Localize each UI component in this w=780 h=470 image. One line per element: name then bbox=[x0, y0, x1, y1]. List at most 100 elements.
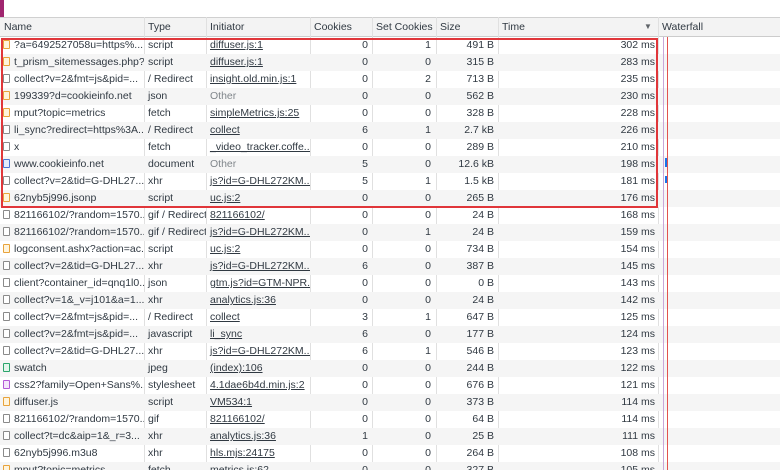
cookies-count: 6 bbox=[362, 345, 368, 357]
cookies-count: 6 bbox=[362, 260, 368, 272]
initiator-link[interactable]: insight.old.min.js:1 bbox=[206, 71, 310, 88]
request-name-cell[interactable]: mput?topic=metrics bbox=[0, 462, 144, 470]
request-name: collect?v=2&tid=G-DHL27... bbox=[14, 345, 144, 357]
request-name-cell[interactable]: 821166102/?random=1570... bbox=[0, 411, 144, 428]
request-name-cell[interactable]: css2?family=Open+Sans%... bbox=[0, 377, 144, 394]
request-size: 12.6 kB bbox=[458, 158, 494, 170]
file-icon bbox=[3, 74, 10, 83]
cookies-count: 0 bbox=[362, 73, 368, 85]
request-time: 230 ms bbox=[620, 90, 655, 102]
file-icon bbox=[3, 261, 10, 270]
request-type: / Redirect bbox=[148, 73, 193, 85]
initiator-link[interactable]: (index):106 bbox=[206, 360, 310, 377]
request-name-cell[interactable]: collect?v=2&fmt=js&pid=... bbox=[0, 326, 144, 343]
initiator-link[interactable]: 4.1dae6b4d.min.js:2 bbox=[206, 377, 310, 394]
request-type: script bbox=[148, 39, 174, 51]
script-icon bbox=[3, 108, 10, 117]
initiator-link[interactable]: collect bbox=[206, 122, 310, 139]
initiator-link[interactable]: js?id=G-DHL272KM... bbox=[206, 258, 310, 275]
request-type: script bbox=[148, 192, 174, 204]
cookies-count: 0 bbox=[362, 447, 368, 459]
request-name-cell[interactable]: 821166102/?random=1570... bbox=[0, 207, 144, 224]
waterfall-timing-bar bbox=[665, 176, 667, 183]
initiator-link[interactable]: 821166102/ bbox=[206, 411, 310, 428]
request-name-cell[interactable]: 62nyb5j996.m3u8 bbox=[0, 445, 144, 462]
initiator-link[interactable]: js?id=G-DHL272KM... bbox=[206, 224, 310, 241]
request-size: 647 B bbox=[466, 311, 494, 323]
initiator-link[interactable]: js?id=G-DHL272KM... bbox=[206, 343, 310, 360]
request-name-cell[interactable]: collect?v=2&fmt=js&pid=... bbox=[0, 309, 144, 326]
request-size: 177 B bbox=[466, 328, 494, 340]
request-name-cell[interactable]: ?a=6492527058u=https%... bbox=[0, 37, 144, 54]
request-name-cell[interactable]: client?container_id=qnq1l0... bbox=[0, 275, 144, 292]
column-header-name[interactable]: Name bbox=[0, 18, 144, 36]
request-time: 114 ms bbox=[621, 413, 655, 425]
request-name-cell[interactable]: li_sync?redirect=https%3A... bbox=[0, 122, 144, 139]
request-name-cell[interactable]: logconsent.ashx?action=ac... bbox=[0, 241, 144, 258]
initiator-link[interactable]: 821166102/ bbox=[206, 207, 310, 224]
request-name-cell[interactable]: www.cookieinfo.net bbox=[0, 156, 144, 173]
initiator-link[interactable]: js?id=G-DHL272KM... bbox=[206, 173, 310, 190]
column-header-initiator[interactable]: Initiator bbox=[206, 18, 310, 36]
column-header-type[interactable]: Type bbox=[144, 18, 206, 36]
request-type: json bbox=[148, 277, 168, 289]
request-name: www.cookieinfo.net bbox=[14, 158, 104, 170]
column-header-cookies[interactable]: Cookies bbox=[310, 18, 372, 36]
column-header-set-cookies[interactable]: Set Cookies bbox=[372, 18, 436, 36]
request-name-cell[interactable]: collect?v=2&tid=G-DHL27... bbox=[0, 258, 144, 275]
request-type: xhr bbox=[148, 294, 163, 306]
initiator-link[interactable]: uc.js:2 bbox=[206, 241, 310, 258]
initiator-link[interactable]: metrics.js:62 bbox=[206, 462, 310, 470]
request-time: 123 ms bbox=[620, 345, 655, 357]
initiator-link[interactable]: analytics.js:36 bbox=[206, 292, 310, 309]
request-type: stylesheet bbox=[148, 379, 196, 391]
request-time: 111 ms bbox=[622, 430, 655, 442]
initiator-link[interactable]: analytics.js:36 bbox=[206, 428, 310, 445]
set-cookies-count: 0 bbox=[425, 413, 431, 425]
initiator-link[interactable]: _video_tracker.coffe... bbox=[206, 139, 310, 156]
request-name: 199339?d=cookieinfo.net bbox=[14, 90, 132, 102]
request-name: 821166102/?random=1570... bbox=[14, 413, 144, 425]
cookies-count: 5 bbox=[362, 158, 368, 170]
request-name-cell[interactable]: x bbox=[0, 139, 144, 156]
request-name-cell[interactable]: 62nyb5j996.jsonp bbox=[0, 190, 144, 207]
request-name-cell[interactable]: collect?v=1&_v=j101&a=1... bbox=[0, 292, 144, 309]
initiator-link[interactable]: uc.js:2 bbox=[206, 190, 310, 207]
column-header-size[interactable]: Size bbox=[436, 18, 498, 36]
file-icon bbox=[3, 227, 10, 236]
waterfall-load-line bbox=[667, 37, 668, 470]
request-name: diffuser.js bbox=[14, 396, 59, 408]
initiator-link[interactable]: simpleMetrics.js:25 bbox=[206, 105, 310, 122]
column-header-waterfall[interactable]: Waterfall bbox=[658, 18, 780, 36]
initiator-text: Other bbox=[210, 158, 237, 170]
request-time: 159 ms bbox=[620, 226, 655, 238]
set-cookies-count: 1 bbox=[425, 311, 431, 323]
request-name-cell[interactable]: collect?t=dc&aip=1&_r=3... bbox=[0, 428, 144, 445]
initiator-link[interactable]: collect bbox=[206, 309, 310, 326]
request-name-cell[interactable]: collect?v=2&tid=G-DHL27... bbox=[0, 173, 144, 190]
request-name-cell[interactable]: collect?v=2&fmt=js&pid=... bbox=[0, 71, 144, 88]
request-size: 289 B bbox=[466, 141, 494, 153]
initiator-link[interactable]: VM534:1 bbox=[206, 394, 310, 411]
request-name-cell[interactable]: t_prism_sitemessages.php?... bbox=[0, 54, 144, 71]
initiator-link[interactable]: li_sync bbox=[206, 326, 310, 343]
file-icon bbox=[3, 346, 10, 355]
column-header-time[interactable]: Time bbox=[498, 18, 658, 36]
set-cookies-count: 0 bbox=[425, 396, 431, 408]
request-name-cell[interactable]: swatch bbox=[0, 360, 144, 377]
request-name-cell[interactable]: diffuser.js bbox=[0, 394, 144, 411]
initiator-link[interactable]: diffuser.js:1 bbox=[206, 54, 310, 71]
request-name-cell[interactable]: 199339?d=cookieinfo.net bbox=[0, 88, 144, 105]
initiator-link[interactable]: diffuser.js:1 bbox=[206, 37, 310, 54]
request-name-cell[interactable]: mput?topic=metrics bbox=[0, 105, 144, 122]
request-time: 302 ms bbox=[620, 39, 655, 51]
request-name-cell[interactable]: collect?v=2&tid=G-DHL27... bbox=[0, 343, 144, 360]
initiator-link[interactable]: hls.mjs:24175 bbox=[206, 445, 310, 462]
file-icon bbox=[3, 125, 10, 134]
initiator-link[interactable]: gtm.js?id=GTM-NPR... bbox=[206, 275, 310, 292]
request-name-cell[interactable]: 821166102/?random=1570... bbox=[0, 224, 144, 241]
file-icon bbox=[3, 414, 10, 423]
cookies-count: 0 bbox=[362, 379, 368, 391]
cookies-count: 0 bbox=[362, 294, 368, 306]
script-icon bbox=[3, 244, 10, 253]
